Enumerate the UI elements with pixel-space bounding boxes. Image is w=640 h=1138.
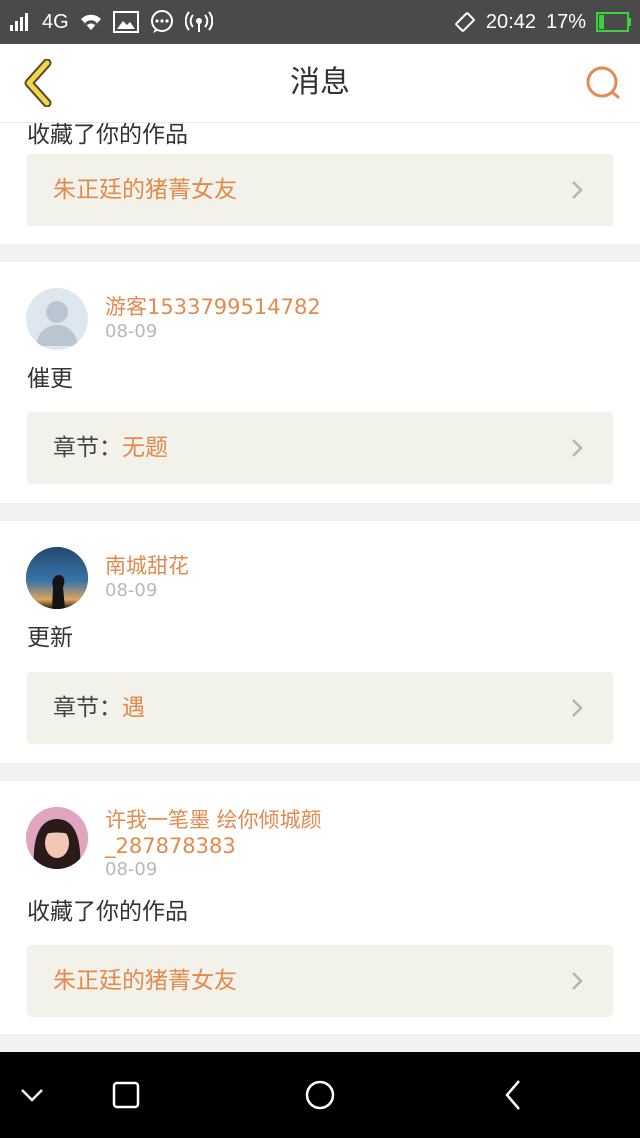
- username-suffix[interactable]: _287878383: [105, 833, 236, 859]
- page-title: 消息: [290, 65, 350, 100]
- signal-icon: [10, 13, 32, 31]
- image-icon: [112, 11, 139, 33]
- list-item: 南城甜花 08-09 更新 章节：遇: [0, 521, 640, 763]
- back-nav-button[interactable]: [486, 1067, 542, 1123]
- network-type: 4G: [42, 10, 69, 33]
- search-icon: [586, 66, 620, 99]
- chapter-link[interactable]: 章节：遇: [27, 672, 613, 744]
- message-date: 08-09: [105, 321, 158, 342]
- home-button[interactable]: [292, 1067, 348, 1123]
- battery-icon: [596, 12, 632, 32]
- header: 消息: [0, 44, 640, 123]
- chevron-right-icon: [572, 439, 583, 457]
- list-item: 收藏了你的作品 朱正廷的猪菁女友: [0, 123, 640, 244]
- work-link[interactable]: 朱正廷的猪菁女友: [27, 154, 613, 226]
- message-list[interactable]: 收藏了你的作品 朱正廷的猪菁女友 游客1533799514782 08-09 催…: [0, 123, 640, 1052]
- chapter-ref: 章节：遇: [53, 672, 145, 744]
- message-text: 更新: [27, 625, 73, 651]
- battery-percent: 17%: [545, 10, 586, 33]
- work-link[interactable]: 朱正廷的猪菁女友: [27, 945, 613, 1017]
- chevron-right-icon: [572, 699, 583, 717]
- work-title: 朱正廷的猪菁女友: [53, 177, 237, 203]
- recents-button[interactable]: [98, 1067, 154, 1123]
- chevron-right-icon: [572, 972, 583, 990]
- circle-icon: [305, 1080, 335, 1110]
- work-title: 朱正廷的猪菁女友: [53, 968, 237, 994]
- chapter-title: 无题: [122, 435, 168, 461]
- chevron-down-icon: [21, 1089, 43, 1102]
- chapter-label: 章节：: [53, 695, 122, 721]
- message-date: 08-09: [105, 580, 158, 601]
- system-nav-bar: [0, 1052, 640, 1138]
- message-date: 08-09: [105, 859, 158, 880]
- photo-avatar-icon: [26, 807, 88, 869]
- chapter-ref: 章节：无题: [53, 412, 168, 484]
- chapter-label: 章节：: [53, 435, 122, 461]
- chapter-link[interactable]: 章节：无题: [27, 412, 613, 484]
- avatar[interactable]: [26, 547, 88, 609]
- chat-icon: [149, 10, 175, 34]
- photo-avatar-icon: [26, 547, 88, 609]
- username[interactable]: 南城甜花: [105, 553, 189, 579]
- message-text: 收藏了你的作品: [27, 123, 188, 148]
- wifi-icon: [79, 12, 103, 32]
- username[interactable]: 许我一笔墨 绘你倾城颜: [105, 807, 322, 833]
- square-icon: [112, 1081, 140, 1109]
- avatar[interactable]: [26, 807, 88, 869]
- chevron-right-icon: [572, 181, 583, 199]
- rotate-icon: [454, 11, 476, 33]
- hide-nav-button[interactable]: [4, 1067, 60, 1123]
- username[interactable]: 游客1533799514782: [105, 294, 321, 320]
- message-text: 收藏了你的作品: [27, 899, 188, 925]
- message-text: 催更: [27, 366, 73, 392]
- default-avatar-icon: [36, 301, 78, 346]
- avatar[interactable]: [26, 288, 88, 350]
- hotspot-icon: [184, 11, 213, 33]
- chapter-title: 遇: [122, 695, 145, 721]
- search-button[interactable]: [576, 56, 630, 110]
- clock: 20:42: [485, 10, 536, 33]
- status-bar: 4G 20:42 17%: [0, 0, 640, 44]
- back-triangle-icon: [505, 1080, 520, 1110]
- list-item: 许我一笔墨 绘你倾城颜 _287878383 08-09 收藏了你的作品 朱正廷…: [0, 781, 640, 1034]
- list-item: 游客1533799514782 08-09 催更 章节：无题: [0, 262, 640, 503]
